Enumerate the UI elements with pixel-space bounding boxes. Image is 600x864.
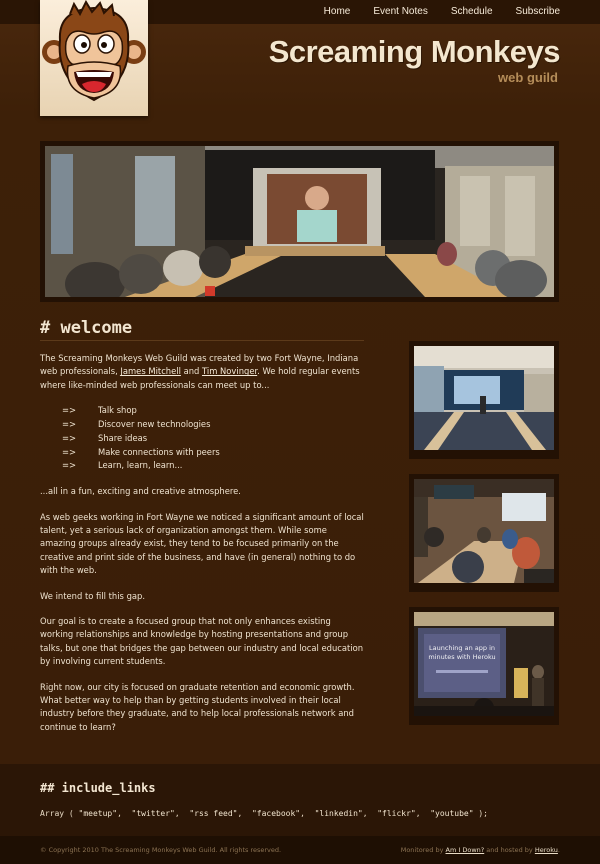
intro-paragraph: The Screaming Monkeys Web Guild was crea… — [40, 352, 364, 392]
linkedin-link[interactable]: "linkedin" — [315, 809, 363, 818]
nav-subscribe[interactable]: Subscribe — [516, 0, 560, 24]
arrow-icon: => — [62, 419, 77, 430]
list-item: => Make connections with peers — [62, 446, 364, 460]
main-nav: Home Event Notes Schedule Subscribe — [301, 0, 560, 24]
rss-feed-link[interactable]: "rss feed" — [189, 809, 237, 818]
city-paragraph: Right now, our city is focused on gradua… — [40, 681, 355, 732]
array-suffix: ); — [473, 809, 488, 818]
james-mitchell-link[interactable]: James Mitchell — [120, 366, 181, 376]
tim-novinger-link[interactable]: Tim Novinger — [202, 366, 257, 376]
flickr-link[interactable]: "flickr" — [377, 809, 416, 818]
list-item: => Share ideas — [62, 432, 364, 446]
copyright-text: © Copyright 2010 The Screaming Monkeys W… — [40, 846, 282, 854]
twitter-link[interactable]: "twitter" — [132, 809, 175, 818]
fill-gap-paragraph: We intend to fill this gap. — [40, 590, 145, 601]
meetup-link[interactable]: "meetup" — [79, 809, 118, 818]
heroku-talk-image: Launching an app in minutes with Heroku — [414, 612, 554, 718]
activity-list: => Talk shop => Discover new technologies … — [62, 404, 364, 473]
monkey-logo[interactable] — [40, 0, 148, 116]
site-title: Screaming Monkeys — [268, 34, 561, 69]
list-item: => Talk shop — [62, 404, 364, 418]
youtube-link[interactable]: "youtube" — [430, 809, 473, 818]
social-links-array: Array ( "meetup", "twitter", "rss feed",… — [40, 809, 488, 818]
arrow-icon: => — [62, 446, 77, 457]
list-item-label: Make connections with peers — [98, 446, 220, 457]
hosting-credits: Monitored by Am I Down? and hosted by He… — [401, 846, 560, 854]
presentation-room-image — [414, 346, 554, 450]
heading-divider — [40, 340, 364, 341]
meeting-room-image — [45, 146, 554, 297]
arrow-icon: => — [62, 405, 77, 416]
heroku-link[interactable]: Heroku — [535, 846, 558, 854]
list-item-label: Discover new technologies — [98, 419, 211, 430]
arrow-icon: => — [62, 460, 77, 471]
list-item-label: Talk shop — [98, 405, 137, 416]
hero-photo — [40, 141, 559, 302]
goal-paragraph: Our goal is to create a focused group th… — [40, 616, 364, 667]
include-links-heading: ## include_links — [40, 781, 156, 795]
period-text: . — [557, 846, 560, 854]
list-item-label: Share ideas — [98, 432, 148, 443]
monkey-face-icon — [42, 0, 146, 102]
list-item: => Learn, learn, learn... — [62, 459, 364, 473]
facebook-link[interactable]: "facebook" — [252, 809, 300, 818]
nav-schedule[interactable]: Schedule — [451, 0, 493, 24]
site-subtitle: web guild — [498, 70, 558, 85]
footer-links-section — [0, 764, 600, 836]
slide-title-line2: minutes with Heroku — [428, 653, 495, 661]
welcome-heading: # welcome — [40, 318, 133, 338]
list-item: => Discover new technologies — [62, 418, 364, 432]
am-i-down-link[interactable]: Am I Down? — [446, 846, 485, 854]
side-photo-1[interactable] — [409, 341, 559, 459]
nav-event-notes[interactable]: Event Notes — [373, 0, 427, 24]
group-meeting-image — [414, 479, 554, 583]
nav-home[interactable]: Home — [324, 0, 351, 24]
monitored-text: Monitored by — [400, 846, 446, 854]
atmosphere-paragraph: ...all in a fun, exciting and creative a… — [40, 486, 241, 497]
array-prefix: Array ( — [40, 809, 79, 818]
arrow-icon: => — [62, 432, 77, 443]
slide-title-line1: Launching an app in — [429, 644, 495, 652]
and-text: and — [180, 366, 203, 377]
list-item-label: Learn, learn, learn... — [98, 460, 183, 471]
side-photo-3[interactable]: Launching an app in minutes with Heroku — [409, 607, 559, 725]
hosted-text: and hosted by — [484, 846, 535, 854]
web-geeks-paragraph: As web geeks working in Fort Wayne we no… — [40, 511, 364, 576]
side-photo-2[interactable] — [409, 474, 559, 592]
welcome-content: The Screaming Monkeys Web Guild was crea… — [40, 352, 364, 746]
